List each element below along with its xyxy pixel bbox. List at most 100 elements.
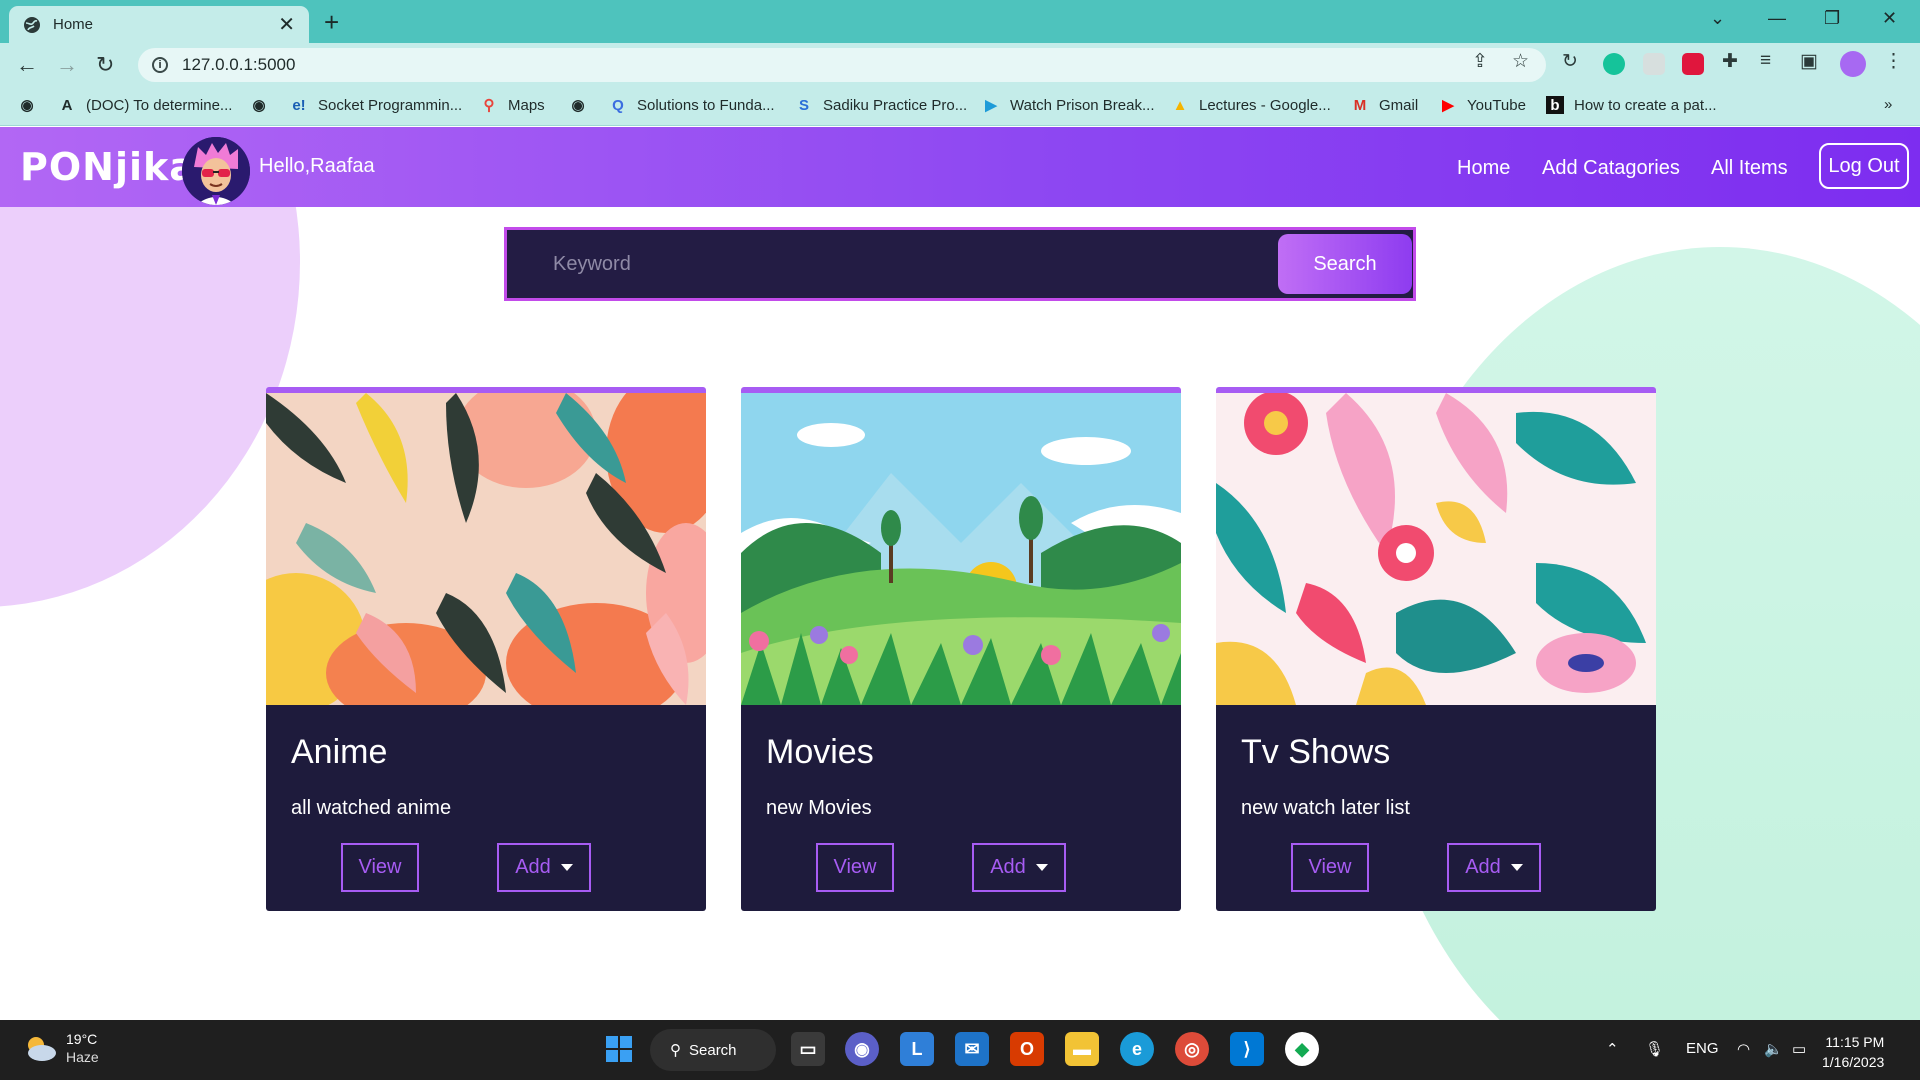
grammarly-icon[interactable]: [1603, 53, 1625, 75]
bookmark-label: How to create a pat...: [1574, 96, 1717, 114]
card-description: all watched anime: [291, 797, 452, 819]
system-clock[interactable]: 11:15 PM 1/16/2023: [1822, 1032, 1884, 1072]
globe-icon: ◉: [571, 97, 585, 114]
bookmarks-bar: ◉ A (DOC) To determine... ◉ e! Socket Prog…: [0, 86, 1920, 126]
add-dropdown-button[interactable]: Add: [1447, 843, 1541, 892]
show-hidden-icons-chevron-icon[interactable]: ⌃: [1606, 1040, 1619, 1058]
more-bookmarks-icon[interactable]: »: [1884, 96, 1892, 113]
card-title: Anime: [291, 733, 388, 771]
search-icon: ⚲: [670, 1042, 681, 1059]
weather-haze-icon: [28, 1037, 56, 1061]
play-icon: ▶: [985, 97, 997, 114]
bookmark-item[interactable]: ◉: [250, 96, 278, 114]
mail-icon[interactable]: ✉: [955, 1032, 989, 1066]
share-icon[interactable]: ⇪: [1472, 50, 1488, 73]
card-title: Movies: [766, 733, 874, 771]
add-dropdown-button[interactable]: Add: [972, 843, 1066, 892]
add-label: Add: [990, 856, 1026, 878]
add-dropdown-button[interactable]: Add: [497, 843, 591, 892]
view-button[interactable]: View: [1291, 843, 1369, 892]
tab-search-chevron-icon[interactable]: ⌄: [1710, 8, 1725, 29]
bookmark-star-icon[interactable]: ☆: [1512, 50, 1529, 73]
bookmark-item[interactable]: ▶ YouTube: [1439, 96, 1526, 115]
vscode-icon[interactable]: ⟩: [1230, 1032, 1264, 1066]
tab-title: Home: [53, 16, 94, 33]
browser-tab[interactable]: Home ✕: [9, 6, 309, 43]
close-tab-icon[interactable]: ✕: [278, 15, 295, 35]
add-label: Add: [515, 856, 551, 878]
restore-icon[interactable]: ❐: [1824, 8, 1840, 29]
url-text: 127.0.0.1:5000: [182, 55, 296, 74]
mendeley-icon[interactable]: [1682, 53, 1704, 75]
edge-icon[interactable]: e: [1120, 1032, 1154, 1066]
view-button[interactable]: View: [341, 843, 419, 892]
refresh-extension-icon[interactable]: ↻: [1562, 50, 1578, 73]
site-info-icon[interactable]: i: [152, 57, 168, 73]
side-panel-icon[interactable]: ▣: [1800, 50, 1818, 73]
user-avatar: [182, 137, 250, 205]
clock-time: 11:15 PM: [1825, 1034, 1885, 1050]
weather-widget[interactable]: 19°C Haze: [22, 1030, 99, 1066]
bookmark-item[interactable]: ▶ Watch Prison Break...: [982, 96, 1154, 115]
taskbar-search-button[interactable]: ⚲ Search: [650, 1029, 776, 1071]
bookmark-item[interactable]: ▲ Lectures - Google...: [1171, 96, 1331, 114]
address-bar[interactable]: i 127.0.0.1:5000: [138, 48, 1546, 82]
microphone-icon[interactable]: 🎙: [1645, 1040, 1664, 1058]
profile-avatar-icon[interactable]: [1840, 51, 1866, 77]
bookmark-label: Lectures - Google...: [1199, 96, 1331, 114]
mongodb-compass-icon[interactable]: ◆: [1285, 1032, 1319, 1066]
bookmark-item[interactable]: M Gmail: [1351, 96, 1418, 114]
search-form: Search: [504, 227, 1416, 301]
office-icon[interactable]: O: [1010, 1032, 1044, 1066]
nav-all-items-link[interactable]: All Items: [1711, 157, 1788, 180]
globe-icon: ◉: [20, 97, 34, 114]
view-button[interactable]: View: [816, 843, 894, 892]
bookmark-item[interactable]: S Sadiku Practice Pro...: [795, 96, 967, 114]
reload-icon[interactable]: ↻: [96, 52, 114, 78]
teams-chat-icon[interactable]: ◉: [845, 1032, 879, 1066]
new-tab-icon[interactable]: +: [324, 7, 339, 38]
l-app-icon[interactable]: L: [900, 1032, 934, 1066]
bookmark-item[interactable]: A (DOC) To determine...: [58, 96, 233, 114]
bookmark-item[interactable]: ⚲ Maps: [480, 96, 545, 115]
extensions-puzzle-icon[interactable]: ✚: [1722, 50, 1738, 73]
bookmark-item[interactable]: Q Solutions to Funda...: [609, 96, 774, 114]
task-view-icon[interactable]: ▭: [791, 1032, 825, 1066]
search-button[interactable]: Search: [1278, 234, 1412, 294]
bookmark-item[interactable]: b How to create a pat...: [1546, 96, 1717, 114]
wifi-icon[interactable]: ◠: [1737, 1040, 1750, 1058]
bookmark-item[interactable]: e! Socket Programmin...: [290, 96, 462, 114]
bookmark-item[interactable]: ◉: [18, 96, 46, 114]
minimize-icon[interactable]: —: [1768, 8, 1786, 29]
reading-list-icon[interactable]: ≡: [1760, 50, 1771, 72]
e-icon: e!: [292, 96, 306, 114]
language-indicator[interactable]: ENG: [1686, 1040, 1719, 1057]
bookmark-label: Socket Programmin...: [318, 96, 463, 114]
brand-logo[interactable]: PONjika: [20, 145, 196, 189]
add-label: Add: [1465, 856, 1501, 878]
back-icon[interactable]: ←: [16, 52, 38, 78]
menu-kebab-icon[interactable]: ⋮: [1884, 50, 1903, 73]
windows-taskbar: 19°C Haze ⚲ Search ▭ ◉ L ✉ O ▬ e ◎ ⟩ ◆ ⌃ …: [0, 1020, 1920, 1080]
bookmark-label: (DOC) To determine...: [86, 96, 233, 114]
bookmark-label: YouTube: [1467, 96, 1526, 114]
nav-add-categories-link[interactable]: Add Catagories: [1542, 157, 1680, 180]
file-explorer-icon[interactable]: ▬: [1065, 1032, 1099, 1066]
forward-icon[interactable]: →: [56, 52, 78, 78]
caret-down-icon: [560, 864, 573, 871]
clock-date: 1/16/2023: [1822, 1054, 1885, 1070]
volume-icon[interactable]: 🔈: [1764, 1040, 1783, 1058]
battery-icon[interactable]: ▭: [1792, 1040, 1806, 1058]
close-window-icon[interactable]: ✕: [1882, 8, 1897, 29]
keyword-search-input[interactable]: [507, 230, 1287, 298]
windows-start-icon[interactable]: [602, 1032, 636, 1066]
nav-home-link[interactable]: Home: [1457, 157, 1510, 180]
chrome-icon[interactable]: ◎: [1175, 1032, 1209, 1066]
bookmark-item[interactable]: ◉: [569, 96, 597, 114]
caret-down-icon: [1510, 864, 1523, 871]
shield-extension-icon[interactable]: [1643, 53, 1665, 75]
logout-button[interactable]: Log Out: [1819, 143, 1909, 189]
avatar-illustration-icon: [182, 137, 250, 205]
taskbar-search-label: Search: [689, 1041, 737, 1059]
globe-icon: [24, 16, 40, 33]
